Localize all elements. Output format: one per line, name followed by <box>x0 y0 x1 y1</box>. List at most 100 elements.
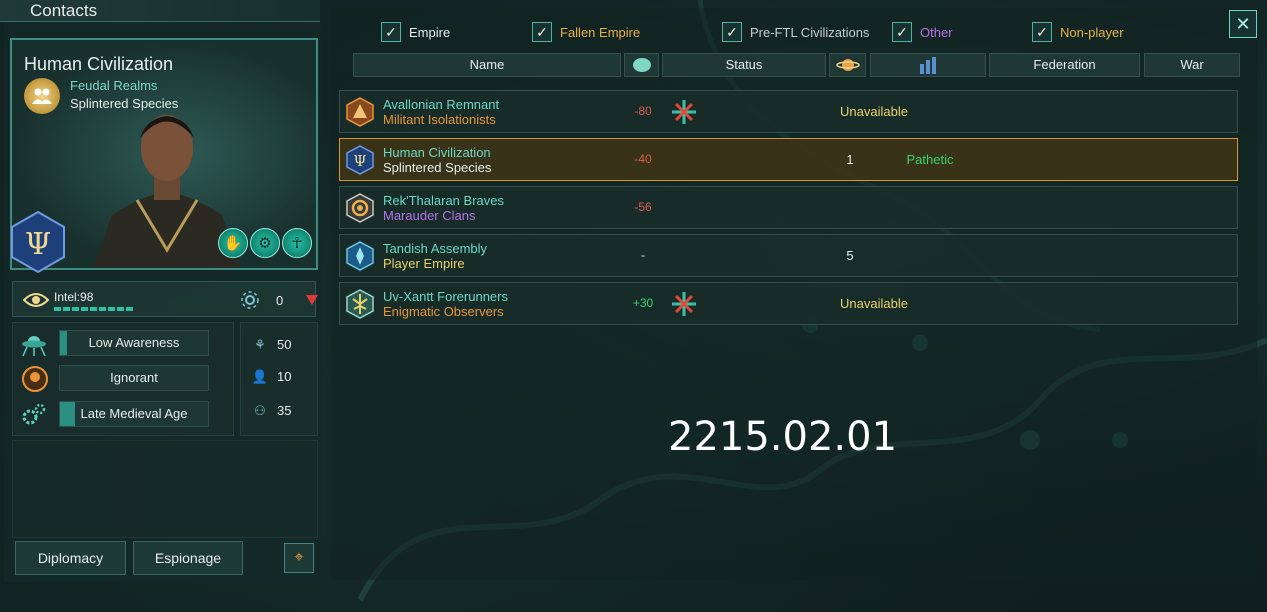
column-opinion[interactable] <box>624 53 659 77</box>
filter-pre-ftl[interactable]: ✓ Pre-FTL Civilizations <box>722 22 869 42</box>
column-name[interactable]: Name <box>353 53 621 77</box>
column-planets[interactable] <box>829 53 866 77</box>
empire-emblem-icon <box>346 193 374 223</box>
filter-label: Pre-FTL Civilizations <box>750 24 870 40</box>
filter-label: Other <box>920 24 953 40</box>
awareness-box: Low Awareness Ignorant Late Medieval Age <box>12 322 234 436</box>
eye-icon <box>23 293 49 307</box>
tech-age-fill <box>60 402 75 426</box>
contact-opinion: -40 <box>634 152 652 166</box>
notes-area <box>12 440 318 538</box>
empire-emblem-icon <box>346 241 374 271</box>
contact-type: Enigmatic Observers <box>383 304 504 319</box>
bar-chart-icon <box>920 57 936 74</box>
contact-name: Avallonian Remnant <box>383 97 500 112</box>
intel-progress <box>54 307 134 311</box>
tech-age-row[interactable]: Late Medieval Age <box>59 401 209 427</box>
development-icon: ⚘ <box>254 337 266 352</box>
checkbox-pre-ftl[interactable]: ✓ <box>722 22 742 42</box>
contact-row[interactable]: Rek'Thalaran Braves Marauder Clans -56 <box>339 186 1238 229</box>
population-icon: 👤 <box>251 369 269 384</box>
column-status[interactable]: Status <box>662 53 826 77</box>
checkbox-empire[interactable]: ✓ <box>381 22 401 42</box>
svg-text:Ψ: Ψ <box>25 227 51 262</box>
contact-status: Unavailable <box>840 104 908 119</box>
filter-label: Empire <box>409 24 451 40</box>
civ-type: Feudal Realms <box>70 78 158 93</box>
svg-text:Ψ: Ψ <box>353 152 366 170</box>
contacts-list-panel: ✓ Empire ✓ Fallen Empire ✓ Pre-FTL Civil… <box>331 8 1257 580</box>
column-relation[interactable] <box>870 53 986 77</box>
contact-row[interactable]: Tandish Assembly Player Empire - 5 <box>339 234 1238 277</box>
contact-planets: 5 <box>846 248 854 263</box>
contact-row[interactable]: Uv-Xantt Forerunners Enigmatic Observers… <box>339 282 1238 325</box>
contact-relation: Pathetic <box>906 152 954 167</box>
filter-label: Fallen Empire <box>560 24 641 40</box>
planet-icon <box>835 59 860 71</box>
filter-fallen-empire[interactable]: ✓ Fallen Empire <box>532 22 640 42</box>
no-contact-icon <box>672 292 696 316</box>
attitude-label: Ignorant <box>110 370 158 385</box>
checkbox-non-player[interactable]: ✓ <box>1032 22 1052 42</box>
contact-type: Marauder Clans <box>383 208 476 223</box>
intel-label: Intel:98 <box>54 290 94 304</box>
awareness-row[interactable]: Low Awareness <box>59 330 209 356</box>
stat-item: 👤 10 <box>249 369 292 385</box>
contact-opinion: +30 <box>632 296 654 310</box>
trait-icon-1[interactable]: ✋ <box>218 228 248 258</box>
stat-value: 10 <box>277 369 292 384</box>
window-title-bar: Contacts <box>0 0 320 22</box>
attitude-row[interactable]: Ignorant <box>59 365 209 391</box>
planet-stats-box: ⚘ 50 👤 10 ⚇ 35 <box>240 322 318 436</box>
contact-name: Human Civilization <box>383 145 491 160</box>
decline-indicator-icon <box>306 295 318 305</box>
contact-opinion: - <box>641 248 645 262</box>
contact-row-selected[interactable]: Ψ Human Civilization Splintered Species … <box>339 138 1238 181</box>
stat-item: ⚇ 35 <box>249 403 291 419</box>
filter-other[interactable]: ✓ Other <box>892 22 953 42</box>
column-federation[interactable]: Federation <box>989 53 1140 77</box>
stat-value: 35 <box>277 403 292 418</box>
citizens-icon: ⚇ <box>254 403 266 418</box>
contact-planets: 1 <box>846 152 854 167</box>
intel-contact-count: 0 <box>276 293 284 308</box>
stat-item: ⚘ 50 <box>249 337 291 353</box>
contact-name: Rek'Thalaran Braves <box>383 193 504 208</box>
diplomacy-button[interactable]: Diplomacy <box>15 541 126 575</box>
awareness-label: Low Awareness <box>88 335 180 350</box>
checkbox-other[interactable]: ✓ <box>892 22 912 42</box>
empire-emblem-icon <box>346 289 374 319</box>
trait-icon-2[interactable]: ⚙ <box>250 228 280 258</box>
focus-camera-icon[interactable]: ⌖ <box>284 543 314 573</box>
close-button[interactable]: ✕ <box>1229 10 1257 38</box>
contact-opinion: -56 <box>634 200 652 214</box>
contact-type: Splintered Species <box>383 160 492 175</box>
trait-icons: ✋ ⚙ ☥ <box>218 228 312 258</box>
opinion-icon <box>632 58 651 72</box>
contact-status: Unavailable <box>840 296 908 311</box>
ufo-icon <box>22 336 46 357</box>
contact-name: Uv-Xantt Forerunners <box>383 289 508 304</box>
game-date: 2215.02.01 <box>668 414 898 460</box>
no-contact-icon <box>672 100 696 124</box>
tech-age-label: Late Medieval Age <box>80 406 188 421</box>
ethic-icon <box>24 78 60 114</box>
filter-non-player[interactable]: ✓ Non-player <box>1032 22 1124 42</box>
contact-name: Tandish Assembly <box>383 241 488 256</box>
contact-row[interactable]: Avallonian Remnant Militant Isolationist… <box>339 90 1238 133</box>
trait-icon-3[interactable]: ☥ <box>282 228 312 258</box>
filter-empire[interactable]: ✓ Empire <box>381 22 450 42</box>
intel-bar[interactable]: Intel:98 0 <box>12 281 318 317</box>
window-title: Contacts <box>30 1 98 20</box>
column-war[interactable]: War <box>1144 53 1240 77</box>
espionage-button[interactable]: Espionage <box>133 541 243 575</box>
filter-bar: ✓ Empire ✓ Fallen Empire ✓ Pre-FTL Civil… <box>331 22 1257 44</box>
awareness-fill <box>60 331 68 355</box>
tech-gears-icon <box>22 403 46 425</box>
contact-type: Militant Isolationists <box>383 112 496 127</box>
empire-emblem-icon <box>346 97 374 127</box>
checkbox-fallen-empire[interactable]: ✓ <box>532 22 552 42</box>
civ-name: Human Civilization <box>24 54 174 74</box>
contact-opinion: -80 <box>634 104 652 118</box>
contact-type: Player Empire <box>383 256 465 271</box>
